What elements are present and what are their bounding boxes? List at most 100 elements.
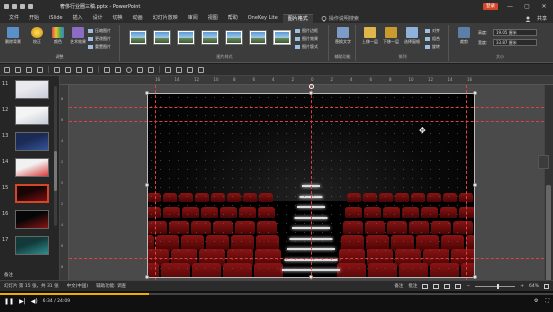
menu-tab-8[interactable]: 审阅 xyxy=(183,14,203,23)
slide-thumbnail-row[interactable]: 14 xyxy=(2,158,58,180)
slide-thumbnail[interactable] xyxy=(15,184,49,203)
slide-sorter-icon[interactable] xyxy=(433,283,440,289)
canvas-vertical-scrollbar[interactable] xyxy=(544,85,553,285)
zoom-in-button[interactable]: + xyxy=(520,284,524,289)
selection-pane-button[interactable]: 选择窗格 xyxy=(400,27,424,45)
crop-button[interactable]: 裁剪 xyxy=(452,27,476,45)
compress-pictures-button[interactable]: 压缩图片 xyxy=(88,28,111,34)
text-box-icon[interactable] xyxy=(104,66,110,73)
slide-thumbnail[interactable] xyxy=(15,80,49,99)
underline-icon[interactable] xyxy=(76,66,82,73)
reset-picture-button[interactable]: 重置图片 xyxy=(88,44,111,50)
search-box[interactable]: 操作说明搜索 xyxy=(321,14,359,23)
menu-tab-4[interactable]: 设计 xyxy=(88,14,108,23)
zoom-slider-knob[interactable] xyxy=(497,283,500,289)
resize-handle-top-left[interactable] xyxy=(145,91,149,95)
distribute-icon[interactable] xyxy=(198,66,204,73)
picture-layout-button[interactable]: 图片版式 xyxy=(295,44,318,50)
slide-thumbnail[interactable] xyxy=(15,132,49,151)
slide-thumbnail[interactable] xyxy=(15,236,49,255)
group-button[interactable]: 组合 xyxy=(425,36,440,42)
redo-icon[interactable] xyxy=(20,3,25,9)
slide-thumbnail-row[interactable]: 12 xyxy=(2,106,58,128)
layout-icon[interactable] xyxy=(15,66,21,73)
slide-thumbnail-row[interactable]: 15 xyxy=(2,184,58,206)
copy-icon[interactable] xyxy=(37,66,43,73)
slide-thumbnail[interactable] xyxy=(15,158,49,177)
menu-tab-6[interactable]: 动画 xyxy=(128,14,148,23)
picture-border-button[interactable]: 图片边框 xyxy=(295,28,318,34)
resize-handle-bottom-left[interactable] xyxy=(145,275,149,279)
picture-style-1[interactable] xyxy=(129,30,147,45)
reading-view-icon[interactable] xyxy=(444,283,451,289)
language-indicator[interactable]: 中文(中国) xyxy=(67,283,89,289)
slide-thumbnail-row[interactable]: 11 xyxy=(2,80,58,102)
menu-tab-9[interactable]: 视图 xyxy=(203,14,223,23)
notes-button[interactable]: 备注 xyxy=(394,283,403,289)
slide-thumbnail-row[interactable]: 17 xyxy=(2,236,58,258)
settings-icon[interactable]: ⚙ xyxy=(534,298,538,304)
share-button[interactable]: 共享 xyxy=(537,15,547,22)
normal-view-icon[interactable] xyxy=(422,283,429,289)
oval-icon[interactable] xyxy=(126,66,132,73)
login-button[interactable]: 登录 xyxy=(483,2,498,10)
close-button[interactable]: ✕ xyxy=(539,3,549,10)
maximize-button[interactable]: ▢ xyxy=(522,3,532,10)
slideshow-icon[interactable] xyxy=(28,3,33,9)
video-progress-bar[interactable] xyxy=(0,293,553,295)
slide-thumbnail[interactable] xyxy=(15,106,49,125)
arrow-icon[interactable] xyxy=(148,66,154,73)
next-icon[interactable]: ▶| xyxy=(19,298,26,305)
line-icon[interactable] xyxy=(137,66,143,73)
menu-tab-2[interactable]: iSlide xyxy=(44,14,68,23)
menu-tab-5[interactable]: 切换 xyxy=(108,14,128,23)
share-icon[interactable] xyxy=(525,16,531,22)
zoom-slider[interactable] xyxy=(475,283,516,289)
slide-thumbnail-row[interactable]: 13 xyxy=(2,132,58,154)
fit-to-window-icon[interactable] xyxy=(544,283,549,289)
rectangle-icon[interactable] xyxy=(115,66,121,73)
slideshow-view-icon[interactable] xyxy=(455,283,462,289)
alt-text-button[interactable]: 替换文字 xyxy=(331,27,355,45)
change-picture-button[interactable]: 更改图片 xyxy=(88,36,111,42)
picture-style-7[interactable] xyxy=(273,30,291,45)
menu-tab-1[interactable]: 开始 xyxy=(24,14,44,23)
rotate-button[interactable]: 旋转 xyxy=(425,44,440,50)
slide-thumbnail[interactable] xyxy=(15,210,49,229)
zoom-level[interactable]: 64% xyxy=(529,284,539,289)
resize-handle-top[interactable] xyxy=(309,91,313,95)
menu-tab-10[interactable]: 帮助 xyxy=(223,14,243,23)
rotate-handle[interactable] xyxy=(309,84,314,89)
font-color-icon[interactable] xyxy=(87,66,93,73)
align-button[interactable]: 对齐 xyxy=(425,28,440,34)
align-center-icon[interactable] xyxy=(176,66,182,73)
picture-layout-side-button[interactable] xyxy=(538,155,549,169)
picture-style-2[interactable] xyxy=(153,30,171,45)
cut-icon[interactable] xyxy=(26,66,32,73)
italic-icon[interactable] xyxy=(65,66,71,73)
menu-tab-7[interactable]: 幻灯片放映 xyxy=(148,14,183,23)
undo-icon[interactable] xyxy=(12,3,17,9)
panel-notes-toggle[interactable]: 备注 xyxy=(4,272,13,278)
width-field[interactable]: 33.87 厘米 xyxy=(493,39,537,46)
picture-effects-button[interactable]: 图片效果 xyxy=(295,36,318,42)
accessibility-status[interactable]: 辅助功能: 调查 xyxy=(96,283,126,289)
fullscreen-icon[interactable]: ⛶ xyxy=(545,298,549,304)
save-icon[interactable] xyxy=(4,3,9,9)
resize-handle-bottom[interactable] xyxy=(309,275,313,279)
resize-handle-top-right[interactable] xyxy=(473,91,477,95)
panel-scrollbar-thumb[interactable] xyxy=(54,151,57,191)
menu-tab-12[interactable]: 图片格式 xyxy=(282,14,313,23)
artistic-effects-button[interactable]: 艺术效果 xyxy=(66,27,90,45)
picture-style-5[interactable] xyxy=(225,30,243,45)
resize-handle-right[interactable] xyxy=(473,183,477,187)
align-right-icon[interactable] xyxy=(187,66,193,73)
slide-thumbnail-row[interactable]: 16 xyxy=(2,210,58,232)
height-field[interactable]: 19.05 厘米 xyxy=(493,29,537,36)
new-slide-icon[interactable] xyxy=(4,66,10,73)
bold-icon[interactable] xyxy=(54,66,60,73)
resize-handle-bottom-right[interactable] xyxy=(473,275,477,279)
picture-style-3[interactable] xyxy=(177,30,195,45)
comments-button[interactable]: 批注 xyxy=(408,283,417,289)
zoom-out-button[interactable]: − xyxy=(466,284,470,289)
